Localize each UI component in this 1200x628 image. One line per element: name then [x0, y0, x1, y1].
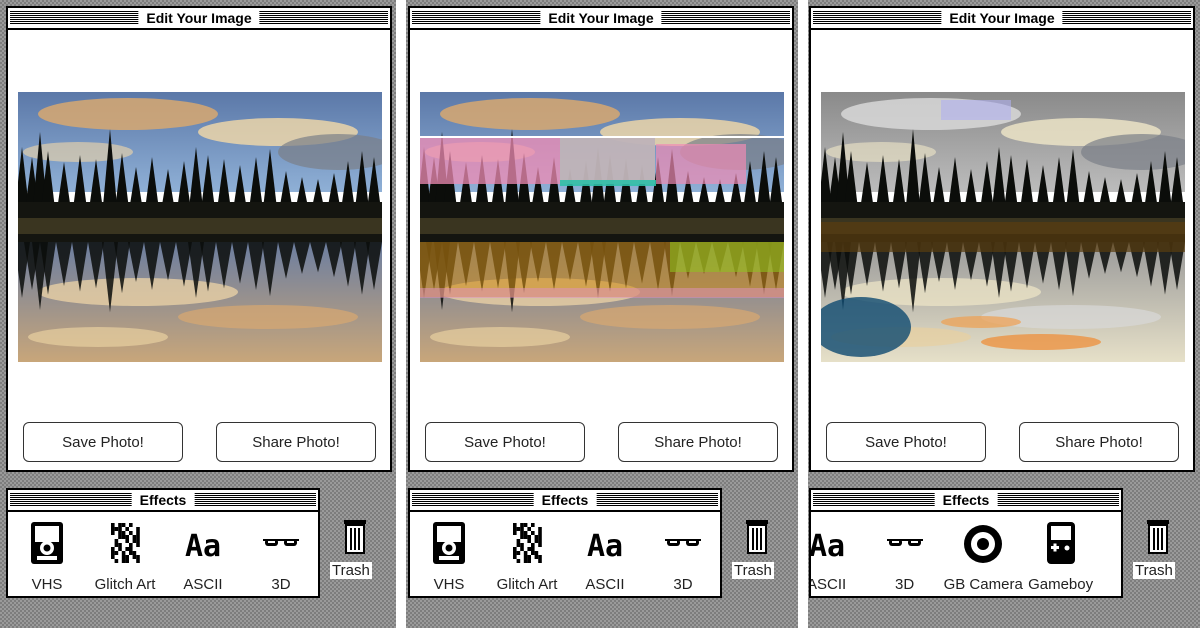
- effect-label: VHS: [31, 576, 63, 593]
- trash-label: Trash: [732, 562, 774, 579]
- edit-image-window: Edit Your Image Save Photo! Share Photo!: [6, 6, 392, 472]
- vhs-cassette-icon: [427, 520, 471, 566]
- edit-image-window: Edit Your Image Save Photo! Share Photo!: [809, 6, 1195, 472]
- window-title-bar: Edit Your Image: [811, 8, 1193, 30]
- effects-scroller[interactable]: VHS Glitch Art Aa ASCII 3D GB Camera Gam…: [8, 514, 318, 596]
- gameboy-icon: [1039, 520, 1083, 566]
- effect-item[interactable]: Glitch Art: [488, 514, 566, 596]
- effect-item[interactable]: Gameboy: [1022, 514, 1100, 596]
- svg-text:Aa: Aa: [185, 529, 221, 564]
- editor-panel: Edit Your Image Save Photo! Share Photo!…: [803, 0, 1195, 628]
- share-photo-button[interactable]: Share Photo!: [1019, 422, 1179, 462]
- effect-item[interactable]: 3D: [644, 514, 720, 596]
- nes-cartridge-icon: [1117, 520, 1121, 566]
- editor-panel: Edit Your Image Save Photo! Share Photo!…: [0, 0, 392, 628]
- editor-panel: Edit Your Image Save Photo! Share Photo!…: [402, 0, 794, 628]
- ascii-text-icon: Aa: [809, 520, 849, 566]
- effects-title: Effects: [131, 492, 195, 508]
- effect-item[interactable]: Aa ASCII: [164, 514, 242, 596]
- 3d-glasses-icon: [661, 520, 705, 566]
- effect-label: VHS: [433, 576, 465, 593]
- effects-scroller[interactable]: VHS Glitch Art Aa ASCII 3D GB Camera Gam…: [410, 514, 720, 596]
- photo-preview: [420, 92, 784, 362]
- photo-preview: [821, 92, 1185, 362]
- photo-preview: [18, 92, 382, 362]
- svg-text:Aa: Aa: [809, 529, 845, 564]
- vhs-cassette-icon: [25, 520, 69, 566]
- effect-label: NES: [1100, 576, 1121, 593]
- effects-window: Effects VHS Glitch Art Aa ASCII 3D GB Ca…: [6, 488, 320, 598]
- trash-button[interactable]: Trash: [330, 518, 380, 588]
- effect-label: GB Camera: [943, 576, 1023, 593]
- ascii-text-icon: Aa: [583, 520, 627, 566]
- effects-title-bar: Effects: [811, 490, 1121, 512]
- effect-item[interactable]: VHS: [8, 514, 86, 596]
- effect-label: ASCII: [585, 576, 625, 593]
- save-photo-button[interactable]: Save Photo!: [425, 422, 585, 462]
- effects-window: Effects VHS Glitch Art Aa ASCII 3D GB Ca…: [408, 488, 722, 598]
- window-title-bar: Edit Your Image: [8, 8, 390, 30]
- effects-window: Effects VHS Glitch Art Aa ASCII 3D GB Ca…: [809, 488, 1123, 598]
- trash-button[interactable]: Trash: [1133, 518, 1183, 588]
- effect-item[interactable]: 3D: [866, 514, 944, 596]
- effect-label: Glitch Art: [94, 576, 156, 593]
- effect-label: Glitch Art: [496, 576, 558, 593]
- trash-can-icon: [1145, 518, 1171, 554]
- effect-label: ASCII: [183, 576, 223, 593]
- effect-item[interactable]: GB Camera: [943, 514, 1023, 596]
- effect-label: Gameboy: [1028, 576, 1094, 593]
- window-title: Edit Your Image: [138, 10, 260, 26]
- 3d-glasses-icon: [259, 520, 303, 566]
- window-title-bar: Edit Your Image: [410, 8, 792, 30]
- effect-item[interactable]: Glitch Art: [86, 514, 164, 596]
- glitch-qr-icon: [505, 520, 549, 566]
- share-photo-button[interactable]: Share Photo!: [618, 422, 778, 462]
- effect-item[interactable]: NES: [1100, 514, 1121, 596]
- window-title: Edit Your Image: [941, 10, 1063, 26]
- 3d-glasses-icon: [883, 520, 927, 566]
- trash-can-icon: [342, 518, 368, 554]
- trash-label: Trash: [1133, 562, 1175, 579]
- effect-item[interactable]: VHS: [410, 514, 488, 596]
- effect-label: 3D: [895, 576, 915, 593]
- trash-can-icon: [744, 518, 770, 554]
- effects-title-bar: Effects: [8, 490, 318, 512]
- trash-button[interactable]: Trash: [732, 518, 782, 588]
- effects-title-bar: Effects: [410, 490, 720, 512]
- share-photo-button[interactable]: Share Photo!: [216, 422, 376, 462]
- effect-label: 3D: [271, 576, 291, 593]
- window-title: Edit Your Image: [540, 10, 662, 26]
- effect-item[interactable]: Aa ASCII: [566, 514, 644, 596]
- effect-label: 3D: [673, 576, 693, 593]
- effects-scroller[interactable]: VHS Glitch Art Aa ASCII 3D GB Camera Gam…: [809, 514, 1121, 596]
- save-photo-button[interactable]: Save Photo!: [23, 422, 183, 462]
- effects-title: Effects: [533, 492, 597, 508]
- edit-image-window: Edit Your Image Save Photo! Share Photo!: [408, 6, 794, 472]
- effect-item[interactable]: Aa ASCII: [809, 514, 866, 596]
- effect-item[interactable]: 3D: [242, 514, 318, 596]
- glitch-qr-icon: [103, 520, 147, 566]
- ascii-text-icon: Aa: [181, 520, 225, 566]
- trash-label: Trash: [330, 562, 372, 579]
- gb-camera-lens-icon: [961, 520, 1005, 566]
- effect-label: ASCII: [809, 576, 847, 593]
- effects-title: Effects: [934, 492, 998, 508]
- save-photo-button[interactable]: Save Photo!: [826, 422, 986, 462]
- svg-text:Aa: Aa: [587, 529, 623, 564]
